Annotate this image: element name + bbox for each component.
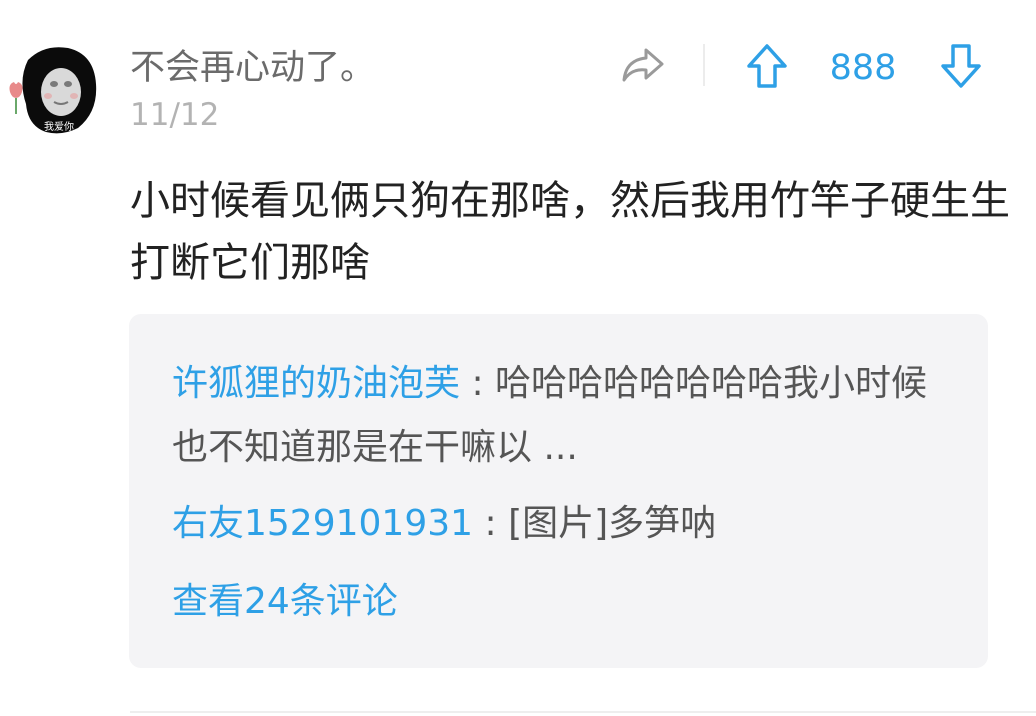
arrow-down-icon xyxy=(941,44,981,88)
downvote-button[interactable] xyxy=(936,40,986,92)
reply-separator: : xyxy=(473,503,509,544)
vote-count: 888 xyxy=(829,48,897,88)
reply-item[interactable]: 许狐狸的奶油泡芙 : 哈哈哈哈哈哈哈哈我小时候也不知道那是在干嘛以 ... xyxy=(172,352,962,480)
arrow-up-icon xyxy=(747,44,787,88)
comment-text: 小时候看见俩只狗在那啥，然后我用竹竿子硬生生打断它们那啥 xyxy=(130,178,1010,286)
upvote-button[interactable] xyxy=(742,40,792,92)
reply-text: [图片]多笋呐 xyxy=(508,503,717,544)
comment-item: 我爱你 不会再心动了。 11/12 888 小时候看见俩只狗在那啥，然后我用竹竿… xyxy=(0,0,1036,716)
avatar[interactable]: 我爱你 xyxy=(4,40,100,136)
reply-separator: : xyxy=(460,363,496,404)
svg-text:我爱你: 我爱你 xyxy=(44,120,74,133)
avatar-image: 我爱你 xyxy=(9,47,97,134)
reply-author[interactable]: 许狐狸的奶油泡芙 xyxy=(172,363,460,404)
author-name[interactable]: 不会再心动了。 xyxy=(130,44,375,92)
reply-item[interactable]: 右友1529101931 : [图片]多笋呐 xyxy=(172,492,962,556)
view-all-replies-link[interactable]: 查看24条评论 xyxy=(172,570,398,634)
action-divider xyxy=(703,44,705,86)
share-button[interactable] xyxy=(618,43,668,89)
comment-date: 11/12 xyxy=(130,97,220,133)
replies-panel[interactable]: 许狐狸的奶油泡芙 : 哈哈哈哈哈哈哈哈我小时候也不知道那是在干嘛以 ... 右友… xyxy=(129,314,988,668)
share-arrow-icon xyxy=(622,48,664,82)
reply-author[interactable]: 右友1529101931 xyxy=(172,503,473,544)
item-divider xyxy=(130,711,1036,713)
